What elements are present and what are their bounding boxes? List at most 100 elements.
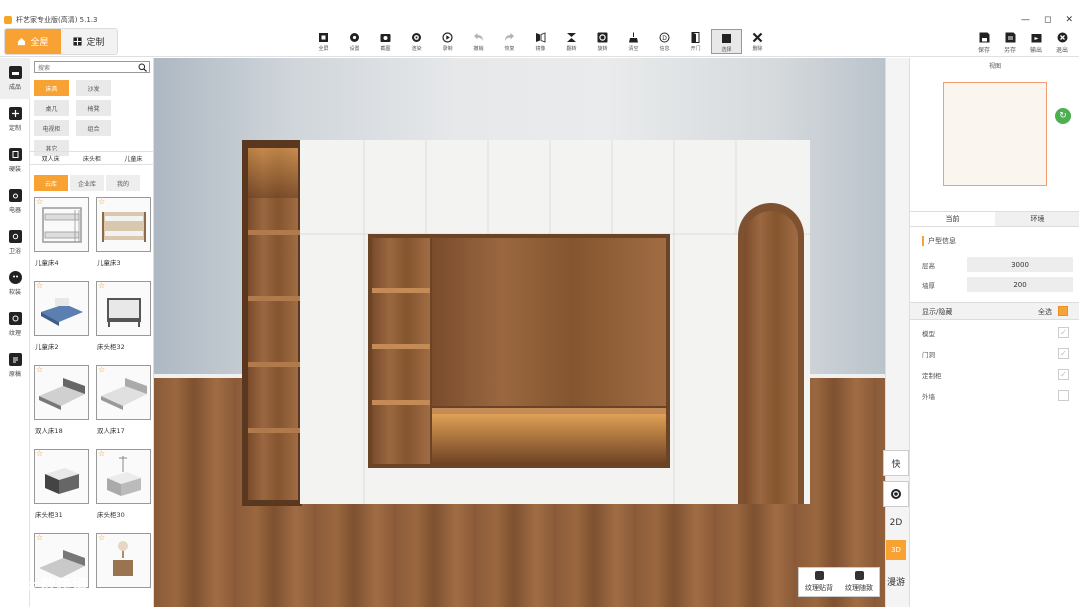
sidebar-item-bath[interactable]: 卫浴 bbox=[0, 222, 30, 263]
tool-record-button[interactable]: 录制 bbox=[432, 29, 463, 54]
model-thumbnail[interactable]: ☆ bbox=[96, 449, 151, 504]
texture-follow-button[interactable]: 纹理随致 bbox=[839, 568, 879, 596]
texture-icon bbox=[854, 571, 864, 580]
chip-combo[interactable]: 组合 bbox=[76, 120, 111, 136]
subcat-nightstand[interactable]: 床头柜 bbox=[83, 154, 101, 163]
prop-row: 层高 3000 bbox=[910, 257, 1079, 273]
floor-height-input[interactable]: 3000 bbox=[967, 257, 1073, 272]
tool-open-door-button[interactable]: 开门 bbox=[680, 29, 711, 54]
model-checkbox[interactable]: ✓ bbox=[1058, 327, 1069, 338]
model-card[interactable]: ☆ 床头柜31 bbox=[34, 449, 90, 519]
model-thumbnail[interactable]: ☆ bbox=[34, 197, 89, 252]
tool-group: 全屏 设置 截图 渲染 录制 撤销 恢复 镜像 翻转 旋转 清空 D 信息 开门 … bbox=[308, 29, 773, 54]
wardrobe-model[interactable] bbox=[154, 58, 894, 607]
source-mine-tab[interactable]: 我的 bbox=[106, 175, 140, 191]
subcat-double-bed[interactable]: 双人床 bbox=[42, 154, 60, 163]
model-thumbnail[interactable]: ☆ bbox=[34, 365, 89, 420]
search-box[interactable]: 搜索 bbox=[34, 61, 150, 73]
sidebar-item-decor[interactable]: 软装 bbox=[0, 263, 30, 304]
close-button[interactable]: ✕ bbox=[1065, 15, 1073, 25]
tool-render-button[interactable]: 渲染 bbox=[401, 29, 432, 54]
sidebar-item-draft[interactable]: 原稿 bbox=[0, 345, 30, 386]
source-cloud-tab[interactable]: 云库 bbox=[34, 175, 68, 191]
chip-chair[interactable]: 椅凳 bbox=[76, 100, 111, 116]
save-as-button[interactable]: 另存 bbox=[997, 29, 1023, 54]
tab-environment[interactable]: 环境 bbox=[995, 212, 1079, 226]
tab-current[interactable]: 当前 bbox=[910, 212, 995, 226]
tool-mirror-button[interactable]: 镜像 bbox=[525, 29, 556, 54]
sidebar-item-appliance[interactable]: 电器 bbox=[0, 181, 30, 222]
star-icon[interactable]: ☆ bbox=[98, 366, 105, 374]
tool-settings-button[interactable]: 设置 bbox=[339, 29, 370, 54]
walkthrough-button[interactable]: 漫游 bbox=[883, 568, 909, 594]
tool-flip-button[interactable]: 翻转 bbox=[556, 29, 587, 54]
star-icon[interactable]: ☆ bbox=[36, 534, 43, 542]
sidebar-item-texture[interactable]: 纹理 bbox=[0, 304, 30, 345]
export-button[interactable]: 输出 bbox=[1023, 29, 1049, 54]
tool-label: 信息 bbox=[659, 46, 670, 52]
tool-clear-button[interactable]: 清空 bbox=[618, 29, 649, 54]
tool-fullscreen-button[interactable]: 全屏 bbox=[308, 29, 339, 54]
star-icon[interactable]: ☆ bbox=[36, 198, 43, 206]
reset-view-button[interactable] bbox=[883, 481, 909, 507]
tool-select-button[interactable]: 选择 bbox=[711, 29, 742, 54]
sidebar-item-hardware[interactable]: 硬装 bbox=[0, 140, 30, 181]
mode-whole-house-tab[interactable]: 全屋 bbox=[5, 29, 61, 54]
quick-button[interactable]: 快 bbox=[883, 450, 909, 476]
sidebar-item-custom[interactable]: 定制 bbox=[0, 99, 30, 140]
model-thumbnail[interactable]: ☆ bbox=[96, 197, 151, 252]
star-icon[interactable]: ☆ bbox=[98, 534, 105, 542]
model-card[interactable]: ☆ 双人床17 bbox=[96, 365, 152, 435]
tool-delete-button[interactable]: 删除 bbox=[742, 29, 773, 54]
title-bar: 杆艺家专业版(高清) 5.1.3 bbox=[0, 13, 1079, 27]
tool-undo-button[interactable]: 撤销 bbox=[463, 29, 494, 54]
exit-button[interactable]: 退出 bbox=[1049, 29, 1075, 54]
chip-table[interactable]: 桌几 bbox=[34, 100, 69, 116]
wall-thickness-input[interactable]: 200 bbox=[967, 277, 1073, 292]
star-icon[interactable]: ☆ bbox=[36, 450, 43, 458]
model-thumbnail[interactable]: ☆ bbox=[34, 449, 89, 504]
select-all-checkbox[interactable] bbox=[1058, 306, 1068, 316]
model-thumbnail[interactable]: ☆ bbox=[96, 533, 151, 588]
save-button[interactable]: 保存 bbox=[971, 29, 997, 54]
model-thumbnail[interactable]: ☆ bbox=[96, 281, 151, 336]
tool-screenshot-button[interactable]: 截图 bbox=[370, 29, 401, 54]
star-icon[interactable]: ☆ bbox=[98, 282, 105, 290]
3d-viewport[interactable]: 快 2D 3D 漫游 纹理贴背 纹理随致 bbox=[154, 58, 909, 607]
star-icon[interactable]: ☆ bbox=[98, 198, 105, 206]
minimize-button[interactable]: — bbox=[1021, 15, 1030, 25]
compass-icon[interactable]: ↻ bbox=[1055, 108, 1071, 124]
subcat-kids-bed[interactable]: 儿童床 bbox=[124, 154, 142, 163]
tool-rotate-button[interactable]: 旋转 bbox=[587, 29, 618, 54]
model-card[interactable]: ☆ 儿童床4 bbox=[34, 197, 90, 267]
source-enterprise-tab[interactable]: 企业库 bbox=[70, 175, 104, 191]
model-card[interactable]: ☆ 儿童床3 bbox=[96, 197, 152, 267]
model-card[interactable]: ☆ bbox=[96, 533, 152, 593]
star-icon[interactable]: ☆ bbox=[98, 450, 105, 458]
tool-info-button[interactable]: D 信息 bbox=[649, 29, 680, 54]
star-icon[interactable]: ☆ bbox=[36, 282, 43, 290]
custom-cabinet-checkbox[interactable]: ✓ bbox=[1058, 369, 1069, 380]
maximize-button[interactable]: ◻ bbox=[1044, 15, 1051, 25]
search-input[interactable]: 搜索 bbox=[38, 63, 138, 72]
model-thumbnail[interactable]: ☆ bbox=[96, 365, 151, 420]
view-3d-button[interactable]: 3D bbox=[886, 540, 906, 560]
texture-paste-button[interactable]: 纹理贴背 bbox=[799, 568, 839, 596]
chip-bed[interactable]: 床具 bbox=[34, 80, 69, 96]
model-card[interactable]: ☆ 床头柜32 bbox=[96, 281, 152, 351]
model-card[interactable]: ☆ 双人床18 bbox=[34, 365, 90, 435]
view-2d-button[interactable]: 2D bbox=[883, 510, 909, 536]
model-thumbnail[interactable]: ☆ bbox=[34, 281, 89, 336]
chip-tv-cabinet[interactable]: 电视柜 bbox=[34, 120, 69, 136]
exterior-wall-checkbox[interactable] bbox=[1058, 390, 1069, 401]
star-icon[interactable]: ☆ bbox=[36, 366, 43, 374]
model-card[interactable]: ☆ 儿童床2 bbox=[34, 281, 90, 351]
tool-redo-button[interactable]: 恢复 bbox=[494, 29, 525, 54]
sidebar-item-finished[interactable]: 成品 bbox=[0, 58, 30, 99]
door-opening-checkbox[interactable]: ✓ bbox=[1058, 348, 1069, 359]
mode-custom-tab[interactable]: 定制 bbox=[61, 29, 117, 54]
search-icon[interactable] bbox=[138, 63, 147, 72]
minimap-preview[interactable] bbox=[943, 82, 1047, 186]
chip-sofa[interactable]: 沙发 bbox=[76, 80, 111, 96]
model-card[interactable]: ☆ 床头柜30 bbox=[96, 449, 152, 519]
